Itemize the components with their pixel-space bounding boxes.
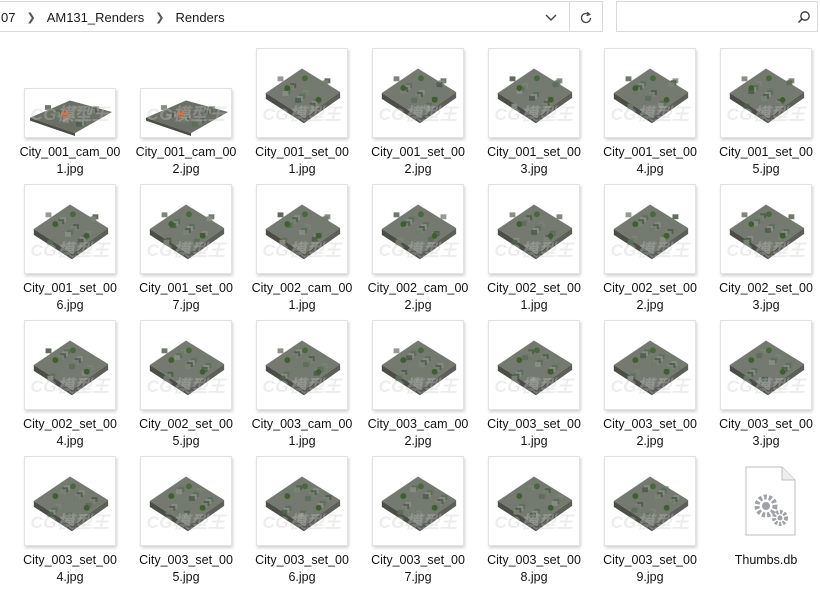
file-name: Thumbs.db <box>734 553 798 567</box>
file-thumbnail <box>604 456 696 546</box>
file-name: City_002_set_002.jpg <box>603 281 697 312</box>
file-item[interactable]: CG模型王 City_003_set_006.jpg <box>250 456 354 592</box>
file-name: City_002_set_001.jpg <box>487 281 581 312</box>
file-name: City_002_cam_002.jpg <box>367 281 469 312</box>
file-name: City_001_set_006.jpg <box>23 281 117 312</box>
file-name: City_002_cam_001.jpg <box>251 281 353 312</box>
file-thumbnail <box>372 456 464 546</box>
file-name: City_003_set_003.jpg <box>719 417 813 448</box>
breadcrumb-item[interactable]: AM131_Renders <box>45 10 147 25</box>
navigation-bar: 07 ❯ AM131_Renders ❯ Renders <box>0 0 820 36</box>
file-item[interactable]: CG模型王 City_001_set_002.jpg <box>366 48 470 184</box>
file-thumbnail <box>140 320 232 410</box>
file-thumbnail <box>24 184 116 274</box>
file-item[interactable]: CG模型王 City_001_set_005.jpg <box>714 48 818 184</box>
file-thumbnail <box>24 456 116 546</box>
file-name: City_001_cam_002.jpg <box>135 145 237 176</box>
file-item[interactable]: CG模型王 City_003_set_005.jpg <box>134 456 238 592</box>
file-thumbnail <box>256 48 348 138</box>
divider <box>569 2 570 32</box>
file-item[interactable]: CG模型王 City_003_cam_001.jpg <box>250 320 354 456</box>
file-item[interactable]: CG模型王 City_002_cam_002.jpg <box>366 184 470 320</box>
file-item[interactable]: CG模型王 City_002_set_002.jpg <box>598 184 702 320</box>
file-thumbnail <box>372 320 464 410</box>
file-item[interactable]: CG模型王 City_003_set_001.jpg <box>482 320 586 456</box>
refresh-icon[interactable] <box>571 3 601 32</box>
file-thumbnail <box>24 88 116 138</box>
file-name: City_002_set_003.jpg <box>719 281 813 312</box>
file-item[interactable]: CG模型王 City_003_set_004.jpg <box>18 456 122 592</box>
file-item[interactable]: CG模型王 City_001_set_001.jpg <box>250 48 354 184</box>
file-item[interactable]: CG模型王 City_003_set_002.jpg <box>598 320 702 456</box>
file-thumbnail <box>256 184 348 274</box>
file-thumbnail <box>720 320 812 410</box>
file-name: City_003_set_006.jpg <box>255 553 349 584</box>
file-name: City_003_cam_002.jpg <box>367 417 469 448</box>
file-name: City_003_set_008.jpg <box>487 553 581 584</box>
file-name: City_003_set_007.jpg <box>371 553 465 584</box>
file-item[interactable]: CG模型王 City_002_set_003.jpg <box>714 184 818 320</box>
file-thumbnail <box>24 320 116 410</box>
file-thumbnail <box>256 320 348 410</box>
file-item[interactable]: CG模型王 City_003_cam_002.jpg <box>366 320 470 456</box>
file-thumbnail <box>488 48 580 138</box>
breadcrumb-item[interactable]: Renders <box>173 10 226 25</box>
file-name: City_001_set_005.jpg <box>719 145 813 176</box>
chevron-right-icon[interactable]: ❯ <box>146 11 173 24</box>
settings-file-icon <box>744 466 796 536</box>
file-name: City_003_set_001.jpg <box>487 417 581 448</box>
file-item[interactable]: CG模型王 City_003_set_008.jpg <box>482 456 586 592</box>
file-item[interactable]: CG模型王 City_003_set_007.jpg <box>366 456 470 592</box>
file-item[interactable]: CG模型王 City_001_set_003.jpg <box>482 48 586 184</box>
file-thumbnail <box>604 320 696 410</box>
search-icon[interactable] <box>797 10 811 24</box>
file-item[interactable]: CG模型王 City_002_set_001.jpg <box>482 184 586 320</box>
file-name: City_003_set_002.jpg <box>603 417 697 448</box>
file-name: City_003_set_004.jpg <box>23 553 117 584</box>
file-name: City_003_set_009.jpg <box>603 553 697 584</box>
file-item[interactable]: CG模型王 City_002_set_004.jpg <box>18 320 122 456</box>
file-item[interactable]: CG模型王 City_003_set_009.jpg <box>598 456 702 592</box>
file-item[interactable]: CG模型王 City_001_set_007.jpg <box>134 184 238 320</box>
file-item[interactable]: Thumbs.db <box>714 456 818 592</box>
file-name: City_003_cam_001.jpg <box>251 417 353 448</box>
file-name: City_002_set_004.jpg <box>23 417 117 448</box>
file-item[interactable]: CG模型王 City_002_set_005.jpg <box>134 320 238 456</box>
file-item[interactable]: CG模型王 City_001_cam_001.jpg <box>18 48 122 184</box>
file-name: City_001_cam_001.jpg <box>19 145 121 176</box>
file-thumbnail <box>488 320 580 410</box>
file-item[interactable]: CG模型王 City_003_set_003.jpg <box>714 320 818 456</box>
breadcrumb-item[interactable]: 07 <box>0 10 17 25</box>
file-item[interactable]: CG模型王 City_001_cam_002.jpg <box>134 48 238 184</box>
file-thumbnail <box>140 456 232 546</box>
file-name: City_001_set_007.jpg <box>139 281 233 312</box>
file-name: City_001_set_004.jpg <box>603 145 697 176</box>
chevron-down-icon[interactable] <box>535 3 566 32</box>
file-thumbnail <box>372 184 464 274</box>
file-thumbnail <box>488 456 580 546</box>
file-name: City_002_set_005.jpg <box>139 417 233 448</box>
file-thumbnail <box>488 184 580 274</box>
file-thumbnail <box>140 184 232 274</box>
file-name: City_001_set_002.jpg <box>371 145 465 176</box>
file-name: City_003_set_005.jpg <box>139 553 233 584</box>
file-thumbnail <box>140 88 232 138</box>
breadcrumb: 07 ❯ AM131_Renders ❯ Renders <box>0 2 227 33</box>
file-thumbnail <box>256 456 348 546</box>
file-name: City_001_set_001.jpg <box>255 145 349 176</box>
search-input[interactable] <box>616 1 818 32</box>
file-item[interactable]: CG模型王 City_002_cam_001.jpg <box>250 184 354 320</box>
chevron-right-icon[interactable]: ❯ <box>17 11 44 24</box>
file-thumbnail <box>604 48 696 138</box>
file-thumbnail <box>720 184 812 274</box>
file-thumbnail <box>372 48 464 138</box>
file-thumbnail <box>720 48 812 138</box>
file-item[interactable]: CG模型王 City_001_set_006.jpg <box>18 184 122 320</box>
file-name: City_001_set_003.jpg <box>487 145 581 176</box>
file-thumbnail <box>604 184 696 274</box>
file-item[interactable]: CG模型王 City_001_set_004.jpg <box>598 48 702 184</box>
address-bar[interactable]: 07 ❯ AM131_Renders ❯ Renders <box>0 1 603 32</box>
